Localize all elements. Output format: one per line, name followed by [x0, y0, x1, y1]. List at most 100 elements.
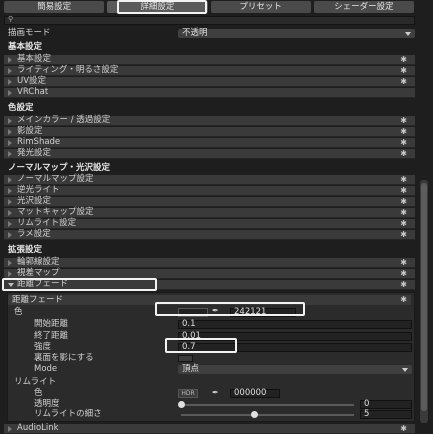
gear-icon[interactable]: ✱ [400, 138, 407, 147]
gear-icon[interactable]: ✱ [400, 127, 407, 136]
rimlight-width-slider-track[interactable] [181, 414, 354, 416]
render-mode-row: 描画モード 不透明 [4, 28, 415, 38]
foldout-label: ラメ設定 [17, 229, 51, 239]
gear-icon[interactable]: ✱ [400, 230, 407, 239]
chevron-down-icon [402, 368, 408, 372]
gear-icon[interactable]: ✱ [400, 280, 407, 289]
gear-icon[interactable]: ✱ [400, 149, 407, 158]
collapse-arrow-icon [8, 271, 12, 277]
fade-start-value: 0.1 [182, 319, 196, 329]
tab-shader-settings[interactable]: シェーダー設定 [313, 1, 414, 13]
foldout-parallax[interactable]: 視差マップ ✱ [4, 269, 415, 279]
collapse-arrow-icon [8, 118, 12, 124]
gear-icon[interactable]: ✱ [400, 55, 407, 64]
collapse-arrow-icon [8, 151, 12, 157]
fade-mode-dropdown[interactable]: 頂点 [178, 365, 412, 374]
gear-icon[interactable]: ✱ [400, 219, 407, 228]
eyedropper-icon[interactable]: ✒ [212, 388, 219, 398]
eyedropper-icon[interactable]: ✒ [212, 306, 219, 316]
fade-color-hex-field[interactable]: 242121 [230, 308, 296, 317]
section-basic-title: 基本設定 [8, 42, 43, 52]
fade-start-field[interactable]: 0.1 [178, 320, 412, 329]
foldout-label: RimShade [17, 137, 61, 147]
chevron-down-icon [405, 32, 411, 36]
gear-icon[interactable]: ✱ [400, 197, 407, 206]
rimlight-alpha-slider-knob[interactable] [178, 401, 185, 408]
fade-backface-toggle[interactable] [178, 355, 193, 362]
gear-icon[interactable]: ✱ [400, 77, 407, 86]
foldout-shadow[interactable]: 影設定 ✱ [4, 127, 415, 137]
foldout-label: 逆光ライト [17, 185, 60, 195]
fade-strength-value: 0.7 [182, 342, 196, 352]
scrollbar-thumb[interactable] [421, 183, 427, 411]
rimlight-title: リムライト [14, 377, 57, 387]
collapse-arrow-icon [8, 260, 12, 266]
collapse-arrow-icon [8, 68, 12, 74]
render-mode-dropdown[interactable]: 不透明 [178, 29, 415, 38]
collapse-arrow-icon [8, 426, 12, 432]
gear-icon[interactable]: ✱ [400, 208, 407, 217]
gear-icon[interactable]: ✱ [400, 66, 407, 75]
expand-arrow-icon [8, 283, 14, 287]
gear-icon[interactable]: ✱ [400, 186, 407, 195]
search-input[interactable]: ⚲ [4, 15, 415, 25]
collapse-arrow-icon [8, 210, 12, 216]
gear-icon[interactable]: ✱ [400, 116, 407, 125]
foldout-matcap[interactable]: マットキャップ設定 ✱ [4, 208, 415, 218]
tab-detail-settings[interactable]: 詳細設定 [107, 1, 208, 13]
rimlight-color-hex-field[interactable]: 000000 [230, 389, 280, 398]
rimlight-alpha-slider-track[interactable] [181, 404, 354, 406]
rimlight-width-field[interactable]: 5 [360, 410, 412, 419]
foldout-label: 発光設定 [17, 148, 52, 158]
fade-color-swatch[interactable] [178, 308, 208, 317]
rimlight-alpha-field[interactable]: 0 [360, 400, 412, 409]
foldout-backlight[interactable]: 逆光ライト ✱ [4, 186, 415, 196]
foldout-label: 視差マップ [17, 268, 60, 278]
foldout-label: ライティング・明るさ設定 [17, 65, 119, 75]
foldout-label: マットキャップ設定 [17, 207, 94, 217]
fade-end-field[interactable]: 0.01 [178, 332, 412, 341]
gear-icon[interactable]: ✱ [400, 269, 407, 278]
foldout-rimshade[interactable]: RimShade ✱ [4, 138, 415, 148]
foldout-uv[interactable]: UV設定 ✱ [4, 77, 415, 87]
foldout-label: 影設定 [17, 126, 43, 136]
foldout-vrchat[interactable]: VRChat [4, 88, 415, 98]
rimlight-color-hex-value: 000000 [234, 388, 267, 398]
distance-fade-header: 距離フェード ✱ [8, 295, 411, 305]
foldout-label: UV設定 [17, 76, 47, 86]
foldout-emission[interactable]: 発光設定 ✱ [4, 149, 415, 159]
fade-end-label: 終了距離 [34, 331, 69, 341]
collapse-arrow-icon [8, 232, 12, 238]
foldout-glitter[interactable]: ラメ設定 ✱ [4, 230, 415, 240]
collapse-arrow-icon [8, 129, 12, 135]
foldout-normal-map[interactable]: ノーマルマップ設定 ✱ [4, 175, 415, 185]
foldout-gloss[interactable]: 光沢設定 ✱ [4, 197, 415, 207]
rimlight-width-label: リムライトの細さ [34, 409, 102, 419]
fade-strength-field[interactable]: 0.7 [178, 343, 412, 352]
section-normal-title: ノーマルマップ・光沢設定 [8, 163, 111, 173]
foldout-distance-fade[interactable]: 距離フェード ✱ [4, 280, 415, 290]
gear-icon[interactable]: ✱ [400, 295, 407, 305]
tab-presets[interactable]: プリセット [210, 1, 311, 13]
foldout-rimlight-settings[interactable]: リムライト設定 ✱ [4, 219, 415, 229]
rimlight-alpha-value: 0 [364, 399, 370, 409]
gear-icon[interactable]: ✱ [400, 424, 407, 433]
rimlight-width-slider-knob[interactable] [250, 411, 258, 418]
rimlight-width-value: 5 [364, 409, 370, 419]
fade-strength-label: 強度 [34, 342, 52, 352]
rimlight-color-label: 色 [34, 388, 43, 398]
foldout-lighting[interactable]: ライティング・明るさ設定 ✱ [4, 66, 415, 76]
foldout-basic[interactable]: 基本設定 ✱ [4, 55, 415, 65]
gear-icon[interactable]: ✱ [400, 175, 407, 184]
foldout-main-color[interactable]: メインカラー / 透過設定 ✱ [4, 116, 415, 126]
hdr-color-button[interactable]: HDR [178, 389, 198, 398]
foldout-label: 光沢設定 [17, 196, 52, 206]
tab-simple-settings[interactable]: 簡易設定 [4, 1, 105, 13]
foldout-outline[interactable]: 輪郭線設定 ✱ [4, 258, 415, 268]
rimlight-alpha-label: 透明度 [34, 399, 60, 409]
collapse-arrow-icon [8, 90, 12, 96]
fade-backface-label: 裏面を影にする [34, 353, 94, 363]
gear-icon[interactable]: ✱ [400, 258, 407, 267]
fade-color-label: 色 [14, 307, 23, 317]
foldout-label: 基本設定 [17, 54, 52, 64]
